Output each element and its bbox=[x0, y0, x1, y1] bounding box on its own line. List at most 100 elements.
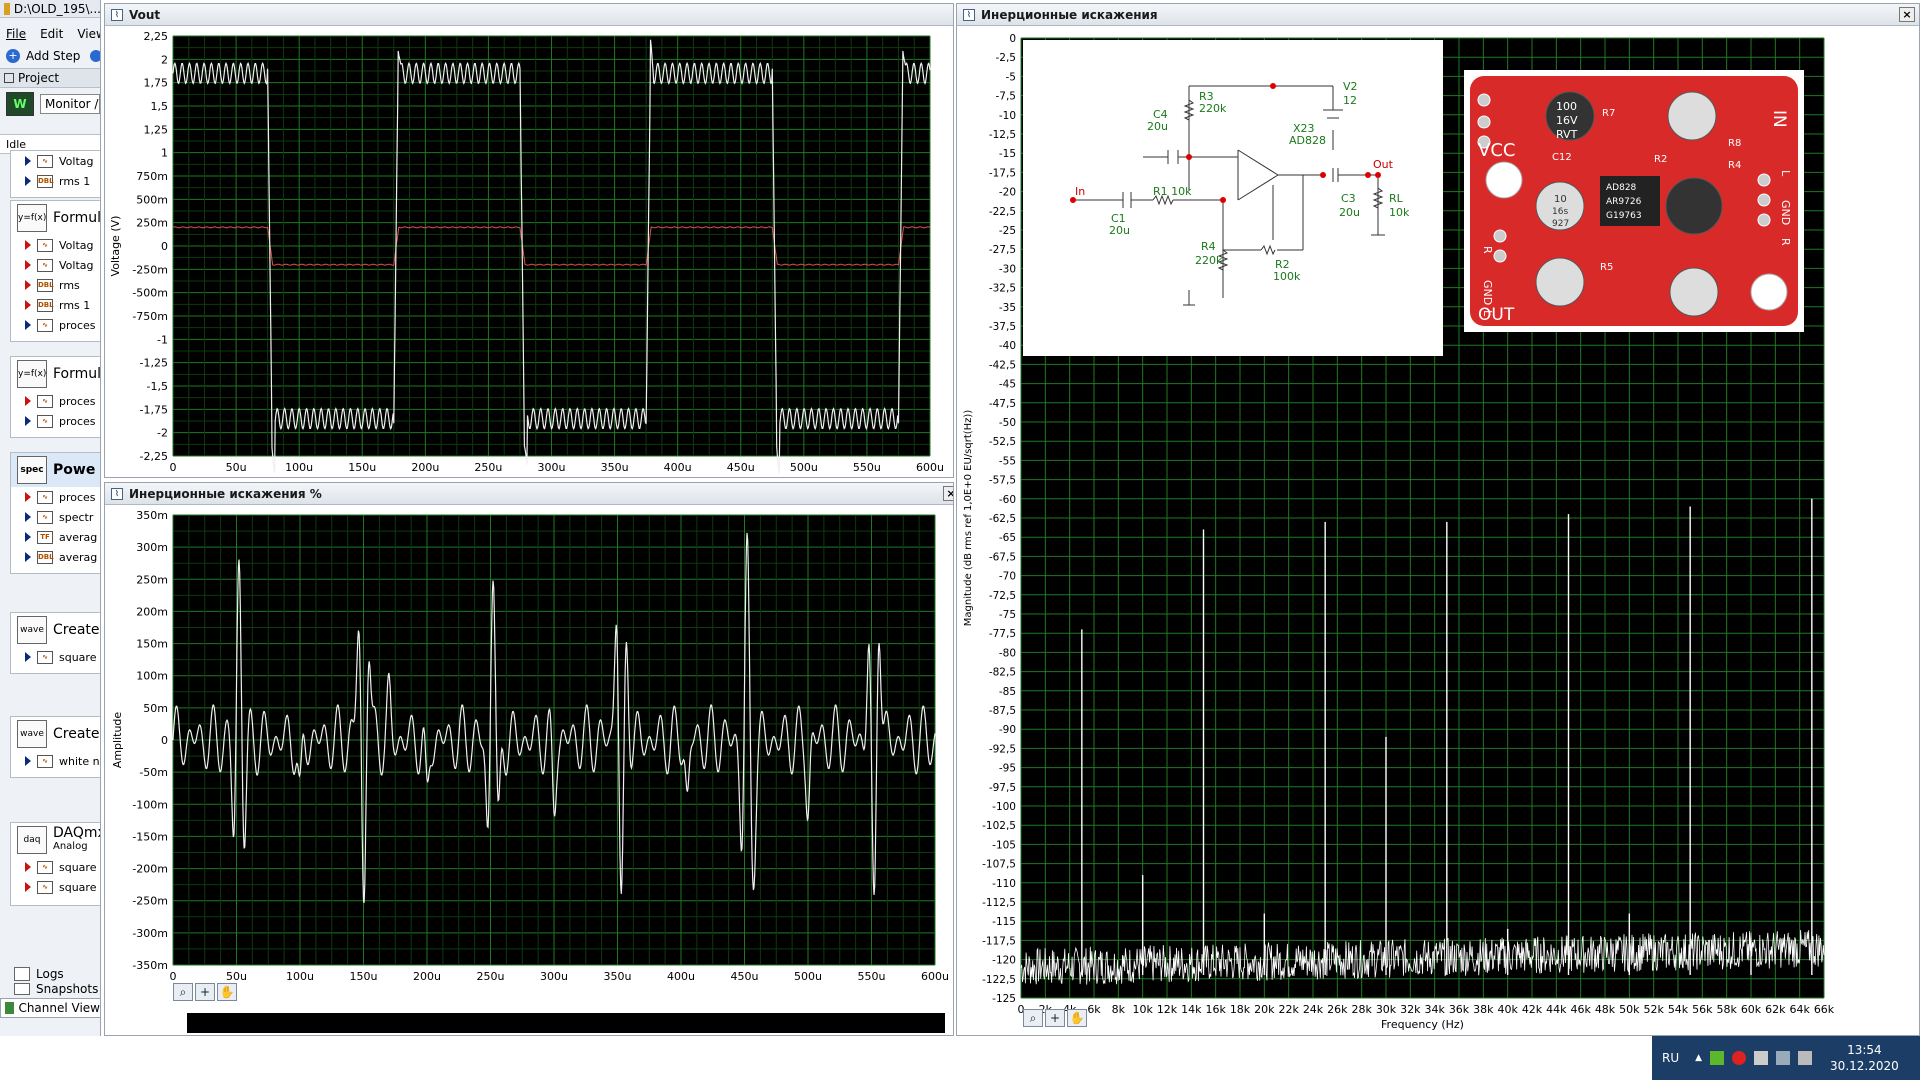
expand-arrow-icon[interactable] bbox=[25, 532, 31, 542]
expand-arrow-icon[interactable] bbox=[25, 652, 31, 662]
menu-file[interactable]: File bbox=[6, 27, 26, 41]
monitor-select[interactable]: Monitor / bbox=[40, 94, 100, 114]
crosshair-icon[interactable]: + bbox=[1045, 1009, 1065, 1027]
expand-arrow-icon[interactable] bbox=[25, 552, 31, 562]
channel-item[interactable]: ∿ proces bbox=[11, 315, 100, 335]
expand-arrow-icon[interactable] bbox=[25, 492, 31, 502]
channel-item[interactable]: ∿ proces bbox=[11, 411, 100, 431]
channel-item[interactable]: ∿ spectr bbox=[11, 507, 100, 527]
step-group[interactable]: spec Powe ∿ proces ∿ spectr TF averag DBL averag bbox=[10, 452, 100, 574]
expand-arrow-icon[interactable] bbox=[25, 512, 31, 522]
scrollbar-track[interactable] bbox=[187, 1013, 945, 1033]
step-group[interactable]: y=f(x) Formul ∿ Voltag ∿ Voltag DBL rms DBL rms 1… bbox=[10, 200, 100, 342]
junction-dot bbox=[1365, 172, 1371, 178]
step-group[interactable]: y=f(x) Formul ∿ proces ∿ proces bbox=[10, 356, 100, 438]
step-group[interactable]: ∿ Voltag DBL rms 1 bbox=[10, 150, 100, 198]
step-subtitle: Analog bbox=[53, 841, 88, 852]
channel-item[interactable]: ∿ Voltag bbox=[11, 255, 100, 275]
y-tick-label: 1 bbox=[161, 147, 168, 160]
waveform-icon: ∿ bbox=[37, 258, 53, 272]
channel-item[interactable]: DBL rms 1 bbox=[11, 171, 100, 191]
y-tick-label: -55 bbox=[999, 455, 1016, 467]
close-icon[interactable]: × bbox=[943, 486, 953, 501]
y-axis-label: Magnitude (dB rms ref 1,0E+0 EU/sqrt(Hz)… bbox=[963, 410, 974, 627]
expand-arrow-icon[interactable] bbox=[25, 416, 31, 426]
pan-hand-icon[interactable]: ✋ bbox=[1067, 1009, 1087, 1027]
pcb-silkscreen-label: VCC bbox=[1478, 140, 1515, 161]
y-tick-label: -95 bbox=[999, 763, 1016, 775]
x-tick-label: 500u bbox=[794, 970, 822, 983]
logs-item[interactable]: Logs bbox=[0, 964, 64, 984]
menu-edit[interactable]: Edit bbox=[40, 27, 63, 41]
x-tick-label: 250u bbox=[477, 970, 505, 983]
channel-item[interactable]: ∿ square bbox=[11, 647, 100, 667]
step-header[interactable]: daq DAQmx Analog bbox=[11, 823, 100, 857]
channel-item[interactable]: ∿ Voltag bbox=[11, 151, 100, 171]
expand-arrow-icon[interactable] bbox=[25, 396, 31, 406]
y-tick-label: 50m bbox=[143, 702, 168, 715]
step-header[interactable]: spec Powe bbox=[11, 453, 100, 487]
pcb-silkscreen-label: R8 bbox=[1728, 138, 1741, 149]
distortion-percent-graph[interactable]: 350m 300m 250m 200m 150m 100m 50m 0 -50m -100m -15… bbox=[105, 505, 954, 1036]
y-tick-label: 350m bbox=[136, 509, 168, 522]
expand-arrow-icon[interactable] bbox=[25, 260, 31, 270]
y-tick-label: -100m bbox=[132, 798, 168, 811]
channel-item[interactable]: ∿ square bbox=[11, 857, 100, 877]
vout-graph[interactable]: 2,25 2 1,75 1,5 1,25 1 750m 500m 250m 0 -250m -500m… bbox=[105, 26, 954, 478]
channel-item[interactable]: ∿ proces bbox=[11, 487, 100, 507]
channel-item[interactable]: DBL rms 1 bbox=[11, 295, 100, 315]
antivirus-icon[interactable] bbox=[1732, 1051, 1747, 1065]
y-tick-label: -17,5 bbox=[989, 167, 1016, 179]
expand-arrow-icon[interactable] bbox=[25, 280, 31, 290]
channel-view-tab[interactable]: Channel View bbox=[0, 998, 100, 1018]
crosshair-icon[interactable]: + bbox=[195, 983, 215, 1001]
expand-arrow-icon[interactable] bbox=[25, 756, 31, 766]
step-header[interactable]: wave Create bbox=[11, 613, 100, 647]
y-tick-label: -1,5 bbox=[147, 380, 168, 393]
expand-arrow-icon[interactable] bbox=[25, 320, 31, 330]
expand-arrow-icon[interactable] bbox=[25, 156, 31, 166]
clock[interactable]: 13:54 30.12.2020 bbox=[1830, 1042, 1899, 1074]
pan-hand-icon[interactable]: ✋ bbox=[217, 983, 237, 1001]
expand-arrow-icon[interactable] bbox=[25, 862, 31, 872]
channel-item[interactable]: DBL rms bbox=[11, 275, 100, 295]
volume-icon[interactable] bbox=[1798, 1051, 1813, 1065]
tray-expand-icon[interactable]: ▲ bbox=[1695, 1053, 1702, 1063]
channel-item[interactable]: ∿ Voltag bbox=[11, 235, 100, 255]
language-indicator[interactable]: RU bbox=[1662, 1051, 1679, 1065]
x-tick-label: 6k bbox=[1087, 1003, 1101, 1016]
step-group[interactable]: wave Create ∿ square bbox=[10, 612, 100, 674]
step-header[interactable]: wave Create bbox=[11, 717, 100, 751]
zoom-icon[interactable]: ⌕ bbox=[173, 983, 193, 1001]
flag-icon[interactable] bbox=[1754, 1051, 1769, 1065]
refresh-icon[interactable] bbox=[90, 50, 100, 62]
channel-view-icon bbox=[5, 1002, 15, 1014]
nvidia-icon[interactable] bbox=[1710, 1051, 1725, 1065]
schematic-label: AD828 bbox=[1289, 134, 1326, 147]
zoom-icon[interactable]: ⌕ bbox=[1023, 1009, 1043, 1027]
snapshots-label: Snapshots bbox=[36, 982, 99, 996]
expand-arrow-icon[interactable] bbox=[25, 882, 31, 892]
expand-arrow-icon[interactable] bbox=[25, 240, 31, 250]
channel-item[interactable]: TF averag bbox=[11, 527, 100, 547]
project-icon bbox=[4, 73, 14, 83]
x-tick-label: 20k bbox=[1254, 1003, 1275, 1016]
step-header[interactable]: y=f(x) Formul bbox=[11, 357, 100, 391]
network-icon[interactable] bbox=[1776, 1051, 1791, 1065]
snapshots-item[interactable]: Snapshots bbox=[0, 982, 98, 996]
step-group[interactable]: daq DAQmx Analog ∿ square ∿ square bbox=[10, 822, 100, 906]
add-step-button[interactable]: + Add Step bbox=[0, 46, 100, 66]
expand-arrow-icon[interactable] bbox=[25, 300, 31, 310]
channel-label: rms 1 bbox=[59, 174, 91, 188]
menu-view[interactable]: View bbox=[77, 27, 100, 41]
project-tab[interactable]: Project bbox=[0, 68, 100, 88]
step-group[interactable]: wave Create ∿ white n bbox=[10, 716, 100, 778]
channel-item[interactable]: ∿ white n bbox=[11, 751, 100, 771]
close-icon[interactable]: × bbox=[1899, 7, 1915, 22]
channel-item[interactable]: ∿ proces bbox=[11, 391, 100, 411]
step-header[interactable]: y=f(x) Formul bbox=[11, 201, 100, 235]
channel-item[interactable]: DBL averag bbox=[11, 547, 100, 567]
channel-item[interactable]: ∿ square bbox=[11, 877, 100, 897]
y-tick-label: 0 bbox=[161, 734, 168, 747]
expand-arrow-icon[interactable] bbox=[25, 176, 31, 186]
